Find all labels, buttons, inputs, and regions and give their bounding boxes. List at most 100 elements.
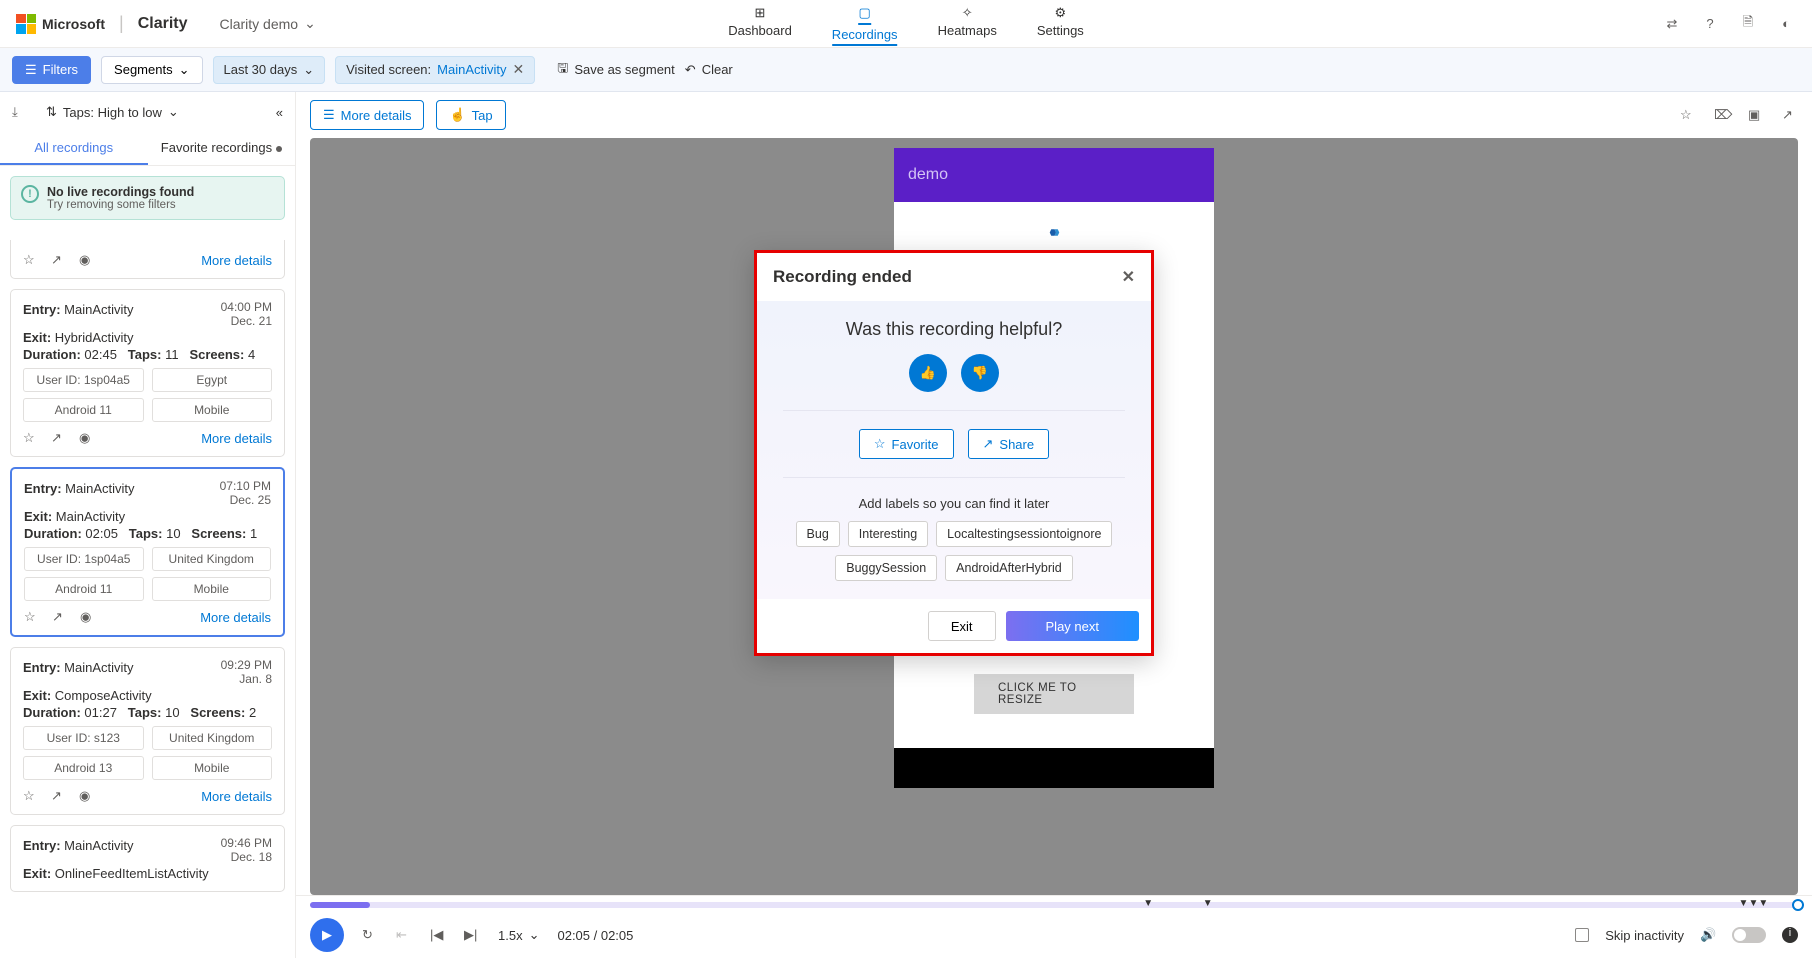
recordings-list[interactable]: ☆ ↗ ◉ More details Entry: MainActivity04… bbox=[0, 230, 295, 958]
card-more-details[interactable]: More details bbox=[201, 789, 272, 804]
timeline-marker-icon: ▼ bbox=[1203, 898, 1213, 909]
skip-forward-icon[interactable]: ▶| bbox=[464, 927, 480, 943]
nav-recordings[interactable]: ▢ Recordings bbox=[832, 1, 898, 46]
recording-card[interactable]: ☆ ↗ ◉ More details bbox=[10, 240, 285, 279]
tab-all-recordings[interactable]: All recordings bbox=[0, 132, 148, 165]
card-more-details[interactable]: More details bbox=[201, 431, 272, 446]
tap-mode-button[interactable]: ☝ Tap bbox=[436, 100, 505, 130]
info-icon[interactable]: i bbox=[1782, 927, 1798, 943]
remove-chip-icon[interactable]: ✕ bbox=[513, 61, 525, 78]
undo-icon: ↶ bbox=[685, 62, 696, 78]
nav-heatmaps[interactable]: ✧ Heatmaps bbox=[938, 1, 997, 46]
filter-chip-visited-screen[interactable]: Visited screen: MainActivity ✕ bbox=[335, 56, 535, 84]
skip-inactivity-checkbox[interactable] bbox=[1575, 928, 1589, 942]
nav-dashboard[interactable]: ⊞ Dashboard bbox=[728, 1, 792, 46]
person-icon[interactable]: ◉ bbox=[79, 788, 95, 804]
country-chip: United Kingdom bbox=[152, 726, 273, 750]
timeline-track[interactable]: ▼ ▼ ▼▼▼ bbox=[310, 902, 1798, 908]
close-dialog-button[interactable]: ✕ bbox=[1122, 267, 1135, 287]
recordings-sidebar: ⤓ ⇅ Taps: High to low ⌄ « All recordings… bbox=[0, 92, 296, 958]
timeline-playhead[interactable] bbox=[1792, 899, 1804, 911]
project-switcher[interactable]: Clarity demo ⌄ bbox=[219, 15, 315, 32]
skip-back-icon[interactable]: |◀ bbox=[430, 927, 446, 943]
save-icon: 🖫 bbox=[557, 59, 568, 81]
user-chip: User ID: s123 bbox=[23, 726, 144, 750]
thumbs-up-button[interactable]: 👍 bbox=[909, 354, 947, 392]
share-icon[interactable]: ↗ bbox=[51, 430, 67, 446]
tab-favorite-recordings[interactable]: Favorite recordings bbox=[148, 132, 296, 165]
volume-icon[interactable]: 🔊 bbox=[1700, 927, 1716, 943]
sort-dropdown[interactable]: ⇅ Taps: High to low ⌄ bbox=[46, 104, 179, 120]
header-actions: ⇄ ? 🗎 ◐ bbox=[1662, 14, 1796, 34]
star-icon[interactable]: ☆ bbox=[24, 609, 40, 625]
app-bar: demo bbox=[894, 148, 1214, 202]
star-icon: ☆ bbox=[874, 436, 886, 452]
chevron-down-icon: ⌄ bbox=[304, 15, 316, 32]
label-tag[interactable]: BuggySession bbox=[835, 555, 937, 581]
star-icon[interactable]: ☆ bbox=[23, 430, 39, 446]
play-next-button[interactable]: Play next bbox=[1006, 611, 1139, 641]
star-icon[interactable]: ☆ bbox=[23, 788, 39, 804]
account-icon[interactable]: ◐ bbox=[1776, 14, 1796, 34]
label-tag[interactable]: AndroidAfterHybrid bbox=[945, 555, 1073, 581]
filters-bar: ☰ Filters Segments ⌄ Last 30 days ⌄ Visi… bbox=[0, 48, 1812, 92]
label-tag-list: Bug Interesting Localtestingsessiontoignor… bbox=[783, 521, 1125, 581]
nav-settings[interactable]: ⚙ Settings bbox=[1037, 1, 1084, 46]
recording-card[interactable]: Entry: MainActivity07:10 PMDec. 25Exit: … bbox=[10, 467, 285, 637]
person-icon[interactable]: ◉ bbox=[79, 430, 95, 446]
clear-filters-button[interactable]: ↶ Clear bbox=[685, 62, 733, 78]
user-chip: User ID: 1sp04a5 bbox=[23, 368, 144, 392]
skip-back-segment-icon[interactable]: ⇤ bbox=[396, 927, 412, 943]
person-icon[interactable]: ◉ bbox=[80, 609, 96, 625]
timeline-marker-icon: ▼ bbox=[1143, 898, 1153, 909]
chevron-down-icon: ⌄ bbox=[303, 62, 314, 78]
share-icon[interactable]: ↗ bbox=[1782, 107, 1798, 123]
top-header: Microsoft | Clarity Clarity demo ⌄ ⊞ Das… bbox=[0, 0, 1812, 48]
main-nav: ⊞ Dashboard ▢ Recordings ✧ Heatmaps ⚙ Se… bbox=[728, 1, 1084, 46]
device-chip: Mobile bbox=[152, 577, 272, 601]
exit-button[interactable]: Exit bbox=[928, 611, 996, 641]
brand-text: Microsoft bbox=[42, 16, 105, 32]
no-live-notice: ! No live recordings found Try removing … bbox=[10, 176, 285, 220]
daterange-chip[interactable]: Last 30 days ⌄ bbox=[213, 56, 326, 84]
share-button[interactable]: ↗Share bbox=[968, 429, 1050, 459]
more-details-button[interactable]: ☰ More details bbox=[310, 100, 424, 130]
download-icon[interactable]: ⤓ bbox=[12, 104, 28, 120]
country-chip: United Kingdom bbox=[152, 547, 272, 571]
filters-button[interactable]: ☰ Filters bbox=[12, 56, 91, 84]
collapse-sidebar-icon[interactable]: « bbox=[276, 105, 283, 120]
card-more-details[interactable]: More details bbox=[201, 253, 272, 268]
star-icon[interactable]: ☆ bbox=[23, 252, 39, 268]
label-tag[interactable]: Localtestingsessiontoignore bbox=[936, 521, 1112, 547]
copy-icon[interactable]: ▣ bbox=[1748, 107, 1764, 123]
os-chip: Android 11 bbox=[24, 577, 144, 601]
document-icon[interactable]: 🗎 bbox=[1738, 14, 1758, 34]
hex-logo-icon bbox=[1048, 226, 1061, 239]
recording-card[interactable]: Entry: MainActivity09:29 PMJan. 8Exit: C… bbox=[10, 647, 285, 815]
share-icon[interactable]: ↗ bbox=[51, 788, 67, 804]
speed-selector[interactable]: 1.5x ⌄ bbox=[498, 927, 539, 943]
card-more-details[interactable]: More details bbox=[200, 610, 271, 625]
segments-button[interactable]: Segments ⌄ bbox=[101, 56, 202, 84]
share-icon[interactable]: ↗ bbox=[52, 609, 68, 625]
save-as-segment-button[interactable]: 🖫 Save as segment bbox=[557, 59, 675, 81]
label-tag[interactable]: Bug bbox=[796, 521, 840, 547]
audio-toggle[interactable] bbox=[1732, 927, 1766, 943]
recording-card[interactable]: Entry: MainActivity09:46 PMDec. 18Exit: … bbox=[10, 825, 285, 892]
person-icon[interactable]: ◉ bbox=[79, 252, 95, 268]
os-chip: Android 13 bbox=[23, 756, 144, 780]
chevron-down-icon: ⌄ bbox=[529, 927, 540, 943]
integrations-icon[interactable]: ⇄ bbox=[1662, 14, 1682, 34]
separator: | bbox=[119, 13, 124, 34]
player-controls: ▼ ▼ ▼▼▼ ▶ ↻ ⇤ |◀ ▶| 1.5x ⌄ 02:05 / 02:05… bbox=[296, 895, 1812, 958]
share-icon[interactable]: ↗ bbox=[51, 252, 67, 268]
help-icon[interactable]: ? bbox=[1700, 14, 1720, 34]
replay-icon[interactable]: ↻ bbox=[362, 927, 378, 943]
favorite-button[interactable]: ☆Favorite bbox=[859, 429, 954, 459]
tag-icon[interactable]: ⌦ bbox=[1714, 107, 1730, 123]
recording-card[interactable]: Entry: MainActivity04:00 PMDec. 21Exit: … bbox=[10, 289, 285, 457]
label-tag[interactable]: Interesting bbox=[848, 521, 928, 547]
play-button[interactable]: ▶ bbox=[310, 918, 344, 952]
thumbs-down-button[interactable]: 👎 bbox=[961, 354, 999, 392]
star-icon[interactable]: ☆ bbox=[1680, 107, 1696, 123]
